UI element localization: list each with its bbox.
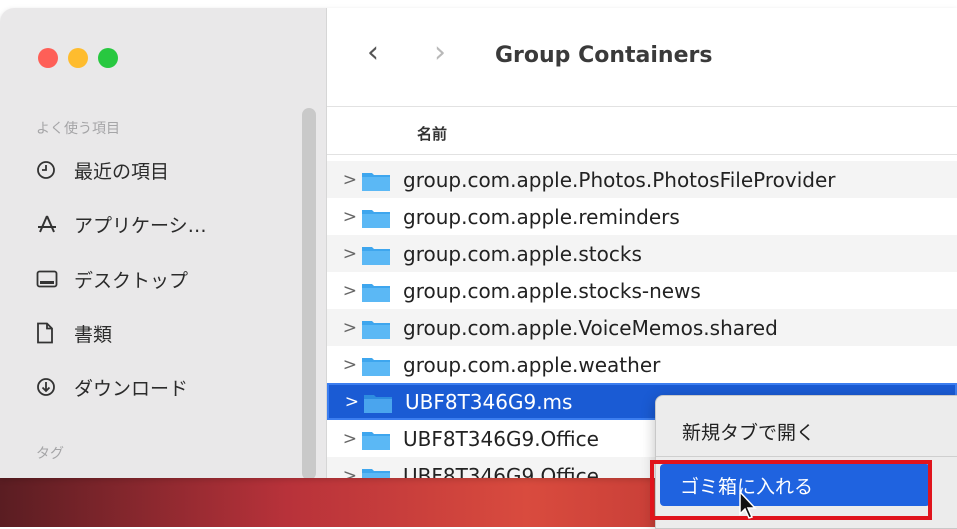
minimize-button[interactable] xyxy=(68,48,88,68)
chevron-right-icon[interactable]: > xyxy=(327,318,357,338)
menu-item-open-new-tab[interactable]: 新規タブで開く xyxy=(682,418,815,445)
folder-icon xyxy=(361,355,391,376)
column-header-name[interactable]: 名前 xyxy=(417,123,447,144)
mouse-pointer-icon xyxy=(738,490,760,524)
folder-icon xyxy=(361,244,391,265)
zoom-button[interactable] xyxy=(98,48,118,68)
back-button[interactable]: ‹ xyxy=(367,38,379,68)
sidebar-item-label: アプリケーシ… xyxy=(74,214,207,237)
chevron-right-icon[interactable]: > xyxy=(327,466,357,479)
sidebar-item-applications[interactable]: アプリケーシ… xyxy=(36,209,207,239)
chevron-right-icon[interactable]: > xyxy=(327,170,357,190)
chevron-right-icon[interactable]: > xyxy=(327,355,357,375)
sidebar-item-recents[interactable]: 最近の項目 xyxy=(36,155,169,185)
chevron-right-icon[interactable]: > xyxy=(329,392,359,412)
folder-icon xyxy=(363,392,393,413)
sidebar-item-label: 最近の項目 xyxy=(74,160,170,183)
chevron-right-icon[interactable]: > xyxy=(327,281,357,301)
window-title: Group Containers xyxy=(495,43,713,68)
sidebar-item-documents[interactable]: 書類 xyxy=(36,318,112,348)
toolbar: ‹ › Group Containers xyxy=(327,8,957,107)
document-icon xyxy=(36,322,64,344)
chevron-right-icon[interactable]: > xyxy=(327,207,357,227)
sidebar-section-favorites: よく使う項目 xyxy=(36,121,120,137)
row-name: UBF8T346G9.Office xyxy=(403,463,599,479)
sidebar-item-downloads[interactable]: ダウンロード xyxy=(36,372,188,402)
menu-separator xyxy=(656,456,957,457)
clock-icon xyxy=(36,160,64,180)
column-divider xyxy=(327,154,957,155)
table-row[interactable]: > group.com.apple.reminders xyxy=(327,198,957,235)
folder-icon xyxy=(361,466,391,478)
chevron-right-icon[interactable]: > xyxy=(327,244,357,264)
sidebar-item-desktop[interactable]: デスクトップ xyxy=(36,264,188,294)
table-row[interactable]: > group.com.apple.VoiceMemos.shared xyxy=(327,309,957,346)
folder-icon xyxy=(361,281,391,302)
table-row[interactable]: > group.com.apple.stocks xyxy=(327,235,957,272)
folder-icon xyxy=(361,318,391,339)
sidebar-item-label: デスクトップ xyxy=(74,269,189,292)
row-name: group.com.apple.VoiceMemos.shared xyxy=(403,315,778,340)
sidebar-item-label: ダウンロード xyxy=(74,377,189,400)
row-name: group.com.apple.stocks-news xyxy=(403,278,701,303)
forward-button[interactable]: › xyxy=(434,38,446,68)
row-name: group.com.apple.weather xyxy=(403,352,661,377)
desktop-icon xyxy=(36,270,64,288)
chevron-right-icon[interactable]: > xyxy=(327,429,357,449)
folder-icon xyxy=(361,429,391,450)
sidebar-scrollbar[interactable] xyxy=(302,108,316,478)
table-row[interactable]: > group.com.apple.Photos.PhotosFileProvi… xyxy=(327,161,957,198)
row-name: group.com.apple.reminders xyxy=(403,204,680,229)
applications-icon xyxy=(36,214,64,234)
window-controls xyxy=(38,48,118,68)
sidebar: よく使う項目 最近の項目 アプリケーシ… デスクトップ 書類 ダウンロード タグ xyxy=(0,8,327,478)
sidebar-section-tags: タグ xyxy=(36,446,64,462)
folder-icon xyxy=(361,170,391,191)
table-row[interactable]: > group.com.apple.stocks-news xyxy=(327,272,957,309)
sidebar-item-label: 書類 xyxy=(74,323,113,346)
table-row[interactable]: > group.com.apple.weather xyxy=(327,346,957,383)
row-name: UBF8T346G9.Office xyxy=(403,426,599,451)
annotation-highlight-box xyxy=(650,460,932,520)
close-button[interactable] xyxy=(38,48,58,68)
row-name: group.com.apple.Photos.PhotosFileProvide… xyxy=(403,167,836,192)
row-name: UBF8T346G9.ms xyxy=(405,389,573,414)
folder-icon xyxy=(361,207,391,228)
download-icon xyxy=(36,377,64,397)
row-name: group.com.apple.stocks xyxy=(403,241,642,266)
